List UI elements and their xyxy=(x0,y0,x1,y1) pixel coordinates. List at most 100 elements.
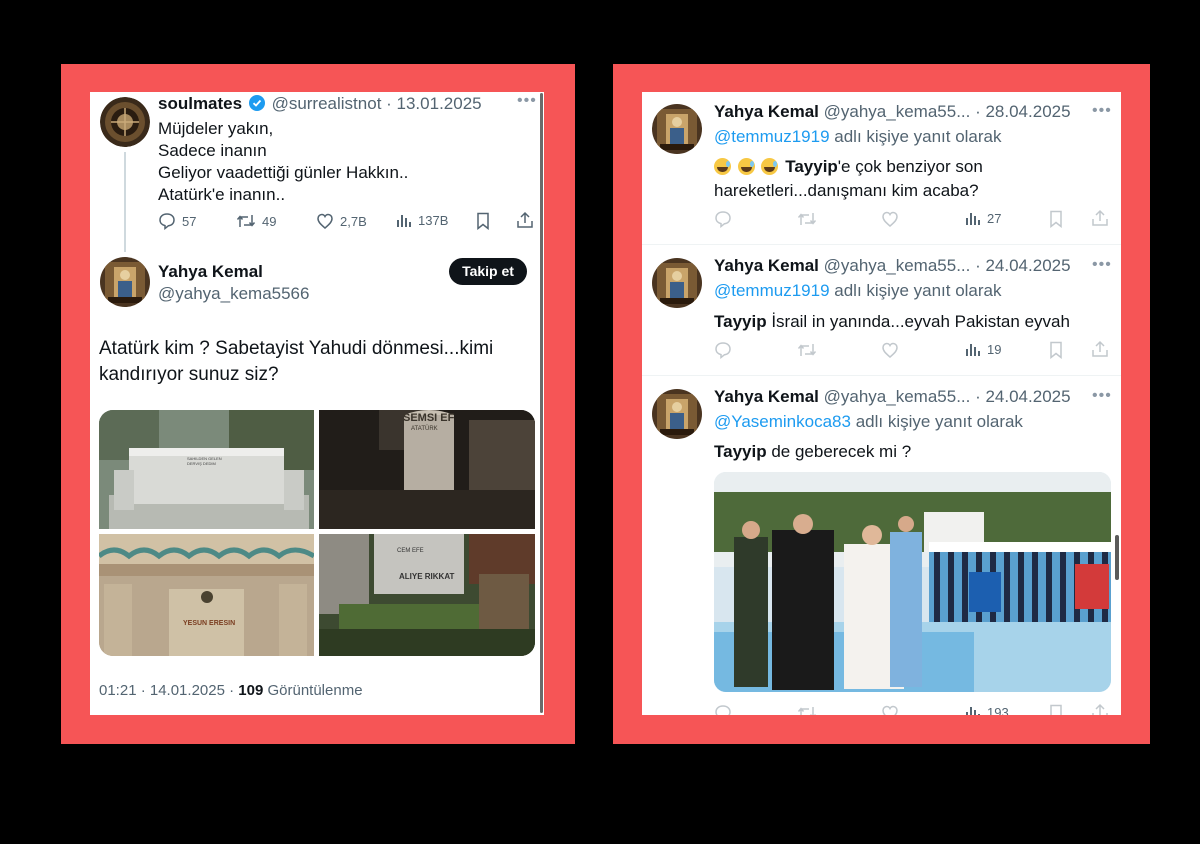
right-scrollbar[interactable] xyxy=(1115,535,1119,580)
reply-2-like-button[interactable] xyxy=(881,341,899,359)
quoted-tweet-line-2: Sadece inanın xyxy=(158,141,267,160)
tweet-photo-2[interactable]: SEMSI EF ATATÜRK xyxy=(319,410,535,529)
reply-1-views: 27 xyxy=(987,210,1002,226)
reply-3-share-button[interactable] xyxy=(1091,703,1109,715)
reply-1-avatar[interactable] xyxy=(652,104,702,154)
reply-2-views-button[interactable]: 19 xyxy=(965,341,1001,357)
photo-2-inscription-name: SEMSI EF xyxy=(403,412,455,424)
reply-1-like-button[interactable] xyxy=(881,210,899,228)
views-chart-icon xyxy=(966,213,980,225)
photo-4-inscription-b: ALIYE RIKKAT xyxy=(399,572,455,581)
reply-2-bold: Tayyip xyxy=(714,312,767,331)
reply-1-rest: 'e çok benziyor son xyxy=(837,157,983,176)
reply-3-bookmark-button[interactable] xyxy=(1049,704,1063,715)
reply-1-replying-to: @temmuz1919 adlı kişiye yanıt olarak xyxy=(714,127,1002,147)
reply-1-mention[interactable]: @temmuz1919 xyxy=(714,127,830,146)
bookmark-button[interactable] xyxy=(476,212,490,230)
share-icon xyxy=(1092,703,1108,715)
reply-3-avatar[interactable] xyxy=(652,389,702,439)
retweet-icon xyxy=(797,344,817,356)
reply-1-reply-button[interactable] xyxy=(714,210,732,228)
reply-2-more-icon[interactable]: ••• xyxy=(1092,256,1112,274)
reply-3-reply-button[interactable] xyxy=(714,704,732,715)
reply-icon xyxy=(715,211,731,228)
reply-1-text-line-1: Tayyip'e çok benziyor son xyxy=(714,156,983,178)
reply-3-retweet-button[interactable] xyxy=(797,704,817,715)
reply-3-views-button[interactable]: 193 xyxy=(965,704,1009,715)
reply-1-views-button[interactable]: 27 xyxy=(965,210,1001,226)
reply-3-photo[interactable] xyxy=(714,472,1111,692)
main-author-name[interactable]: Yahya Kemal xyxy=(158,262,263,282)
views-number: 109 xyxy=(238,682,264,699)
heart-icon xyxy=(317,213,333,229)
left-tweet-panel: soulmates @surrealistnot · 13.01.2025 ••… xyxy=(90,92,544,715)
retweet-button[interactable]: 49 xyxy=(236,212,276,230)
main-author-handle[interactable]: @yahya_kema5566 xyxy=(158,284,309,304)
thread-line xyxy=(124,152,126,252)
views-chart-icon xyxy=(966,344,980,356)
reply-3-author[interactable]: Yahya Kemal xyxy=(714,387,819,406)
reply-1-text-line-2: hareketleri...danışmanı kim acaba? xyxy=(714,181,979,200)
reply-2-reply-button[interactable] xyxy=(714,341,732,359)
reply-3-rest: de geberecek mi ? xyxy=(766,442,912,461)
heart-icon xyxy=(882,705,898,715)
share-button[interactable] xyxy=(516,211,534,229)
photo-4-inscription-a: CEM EFE xyxy=(397,548,424,554)
tweet-timestamp[interactable]: 01:21 · 14.01.2025 · xyxy=(99,682,238,699)
reply-2-text: Tayyip İsrail in yanında...eyvah Pakista… xyxy=(714,311,1070,333)
reply-1-more-icon[interactable]: ••• xyxy=(1092,102,1112,120)
soulmates-avatar[interactable] xyxy=(100,97,150,147)
author-name[interactable]: soulmates xyxy=(158,94,242,113)
reply-2-retweet-button[interactable] xyxy=(797,341,817,359)
like-button[interactable]: 2,7B xyxy=(316,212,367,230)
reply-3-mention[interactable]: @Yaseminkoca83 xyxy=(714,412,851,431)
right-replies-panel: Yahya Kemal @yahya_kema55... · 28.04.202… xyxy=(642,92,1121,715)
more-options-icon[interactable]: ••• xyxy=(517,92,537,110)
photo-2-inscription-sub: ATATÜRK xyxy=(411,426,438,432)
reply-1-reply-suffix: adlı kişiye yanıt olarak xyxy=(829,127,1002,146)
share-icon xyxy=(1092,340,1108,357)
photo-3-inscription: YESUN ERESIN xyxy=(183,620,236,627)
tweet-photo-4[interactable]: CEM EFE ALIYE RIKKAT xyxy=(319,534,535,656)
views-button[interactable]: 137B xyxy=(396,212,448,228)
follow-button[interactable]: Takip et xyxy=(449,258,527,285)
reply-2-author[interactable]: Yahya Kemal xyxy=(714,256,819,275)
reply-2-handle-date[interactable]: @yahya_kema55... · 24.04.2025 xyxy=(824,256,1071,275)
heart-icon xyxy=(882,342,898,358)
reply-3-like-button[interactable] xyxy=(881,704,899,715)
tweet-photo-1[interactable]: SAHILDEN GELEN DERVIŞ DEDIM xyxy=(99,410,314,529)
reply-1-share-button[interactable] xyxy=(1091,209,1109,227)
reply-3-more-icon[interactable]: ••• xyxy=(1092,387,1112,405)
bookmark-icon xyxy=(1050,210,1062,228)
reply-3-header: Yahya Kemal @yahya_kema55... · 24.04.202… xyxy=(714,387,1071,407)
divider xyxy=(642,375,1121,376)
reply-2-mention[interactable]: @temmuz1919 xyxy=(714,281,830,300)
reply-button[interactable]: 57 xyxy=(158,212,196,230)
reply-1-handle-date[interactable]: @yahya_kema55... · 28.04.2025 xyxy=(824,102,1071,121)
heart-icon xyxy=(882,211,898,227)
quoted-tweet-line-1: Müjdeler yakın, xyxy=(158,119,274,138)
reply-3-handle-date[interactable]: @yahya_kema55... · 24.04.2025 xyxy=(824,387,1071,406)
tweet-photo-3[interactable]: YESUN ERESIN xyxy=(99,534,314,656)
handle-and-date[interactable]: @surrealistnot · 13.01.2025 xyxy=(272,94,482,113)
quoted-tweet-line-4: Atatürk'e inanın.. xyxy=(158,185,286,204)
grin-sweat-emoji-icon xyxy=(761,158,779,175)
reply-count: 57 xyxy=(182,213,197,229)
left-scrollbar[interactable] xyxy=(540,93,543,713)
views-count: 137B xyxy=(418,212,449,228)
like-count: 2,7B xyxy=(340,213,367,229)
quoted-tweet-header: soulmates @surrealistnot · 13.01.2025 xyxy=(158,94,482,116)
share-icon xyxy=(1092,209,1108,226)
reply-icon xyxy=(715,705,731,715)
reply-2-bookmark-button[interactable] xyxy=(1049,341,1063,359)
reply-1-bookmark-button[interactable] xyxy=(1049,210,1063,228)
reply-1-author[interactable]: Yahya Kemal xyxy=(714,102,819,121)
reply-3-bold: Tayyip xyxy=(714,442,767,461)
yahya-kemal-avatar[interactable] xyxy=(100,257,150,307)
retweet-icon xyxy=(236,215,256,227)
bookmark-icon xyxy=(1050,704,1062,715)
reply-2-rest: İsrail in yanında...eyvah Pakistan eyvah xyxy=(766,312,1070,331)
reply-2-share-button[interactable] xyxy=(1091,340,1109,358)
reply-1-retweet-button[interactable] xyxy=(797,210,817,228)
reply-2-avatar[interactable] xyxy=(652,258,702,308)
